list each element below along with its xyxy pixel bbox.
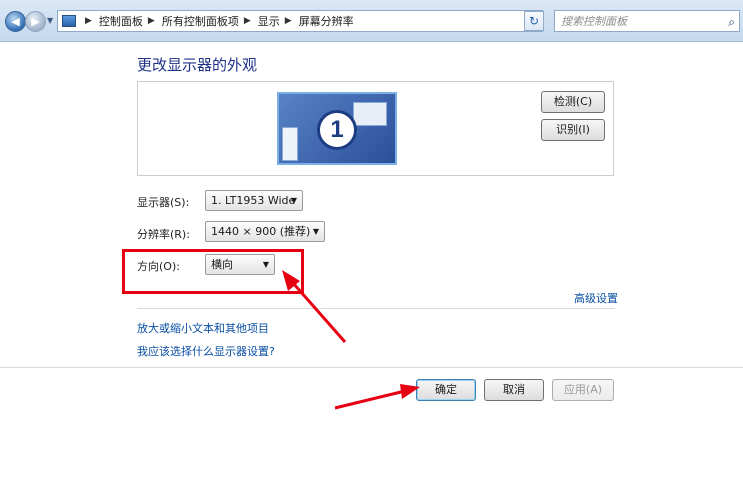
footer-divider	[0, 367, 743, 368]
breadcrumb-separator-icon[interactable]: ▶	[148, 16, 155, 26]
arrow-to-ok-icon	[334, 384, 420, 410]
breadcrumb-separator-icon[interactable]: ▶	[244, 16, 251, 26]
monitor-image[interactable]: 1	[277, 92, 397, 165]
monitor-number-badge: 1	[317, 110, 357, 150]
monitor-preview-panel: 1 检测(C) 识别(I)	[137, 81, 614, 176]
display-select[interactable]: 1. LT1953 Wide ▼	[205, 190, 303, 211]
identify-button[interactable]: 识别(I)	[541, 119, 605, 141]
display-label: 显示器(S):	[137, 196, 190, 209]
resolution-select[interactable]: 1440 × 900 (推荐) ▼	[205, 221, 325, 242]
search-input[interactable]: 搜索控制面板	[561, 15, 627, 28]
annotation-highlight-box	[122, 249, 304, 294]
address-bar[interactable]: ▶ 控制面板 ▶ 所有控制面板项 ▶ 显示 ▶ 屏幕分辨率 ▼	[57, 10, 543, 32]
forward-button[interactable]: ▶	[25, 11, 46, 32]
recent-pages-dropdown-icon[interactable]: ▼	[47, 16, 53, 25]
resolution-select-value: 1440 × 900 (推荐)	[211, 225, 311, 238]
breadcrumb-screen-resolution[interactable]: 屏幕分辨率	[299, 13, 354, 29]
page-title: 更改显示器的外观	[137, 56, 258, 74]
chevron-down-icon: ▼	[290, 196, 297, 205]
window-thumbnail	[282, 127, 298, 161]
breadcrumb-display[interactable]: 显示	[258, 13, 280, 29]
back-button[interactable]: ◀	[5, 11, 26, 32]
display-select-value: 1. LT1953 Wide	[211, 194, 296, 207]
divider	[137, 308, 615, 309]
cancel-button[interactable]: 取消	[484, 379, 544, 401]
ok-button[interactable]: 确定	[416, 379, 476, 401]
resolution-label: 分辨率(R):	[137, 228, 190, 241]
breadcrumb-separator-icon[interactable]: ▶	[85, 16, 92, 26]
breadcrumb-separator-icon[interactable]: ▶	[285, 16, 292, 26]
window-thumbnail	[353, 102, 387, 126]
search-box[interactable]: 搜索控制面板 ⌕	[554, 10, 740, 32]
control-panel-icon	[62, 15, 76, 27]
annotation-arrows	[282, 270, 420, 410]
breadcrumb-control-panel[interactable]: 控制面板	[99, 13, 143, 29]
refresh-button[interactable]: ↻	[524, 11, 544, 31]
address-toolbar: ◀ ▶ ▼ ▶ 控制面板 ▶ 所有控制面板项 ▶ 显示 ▶ 屏幕分辨率 ▼ ↻ …	[0, 0, 743, 42]
display-help-link[interactable]: 我应该选择什么显示器设置?	[137, 343, 275, 359]
apply-button[interactable]: 应用(A)	[552, 379, 614, 401]
search-icon[interactable]: ⌕	[728, 12, 735, 32]
text-size-link[interactable]: 放大或缩小文本和其他项目	[137, 320, 269, 336]
chevron-down-icon: ▼	[312, 227, 319, 236]
detect-button[interactable]: 检测(C)	[541, 91, 605, 113]
advanced-settings-link[interactable]: 高级设置	[574, 290, 618, 306]
breadcrumb-all-items[interactable]: 所有控制面板项	[162, 13, 239, 29]
